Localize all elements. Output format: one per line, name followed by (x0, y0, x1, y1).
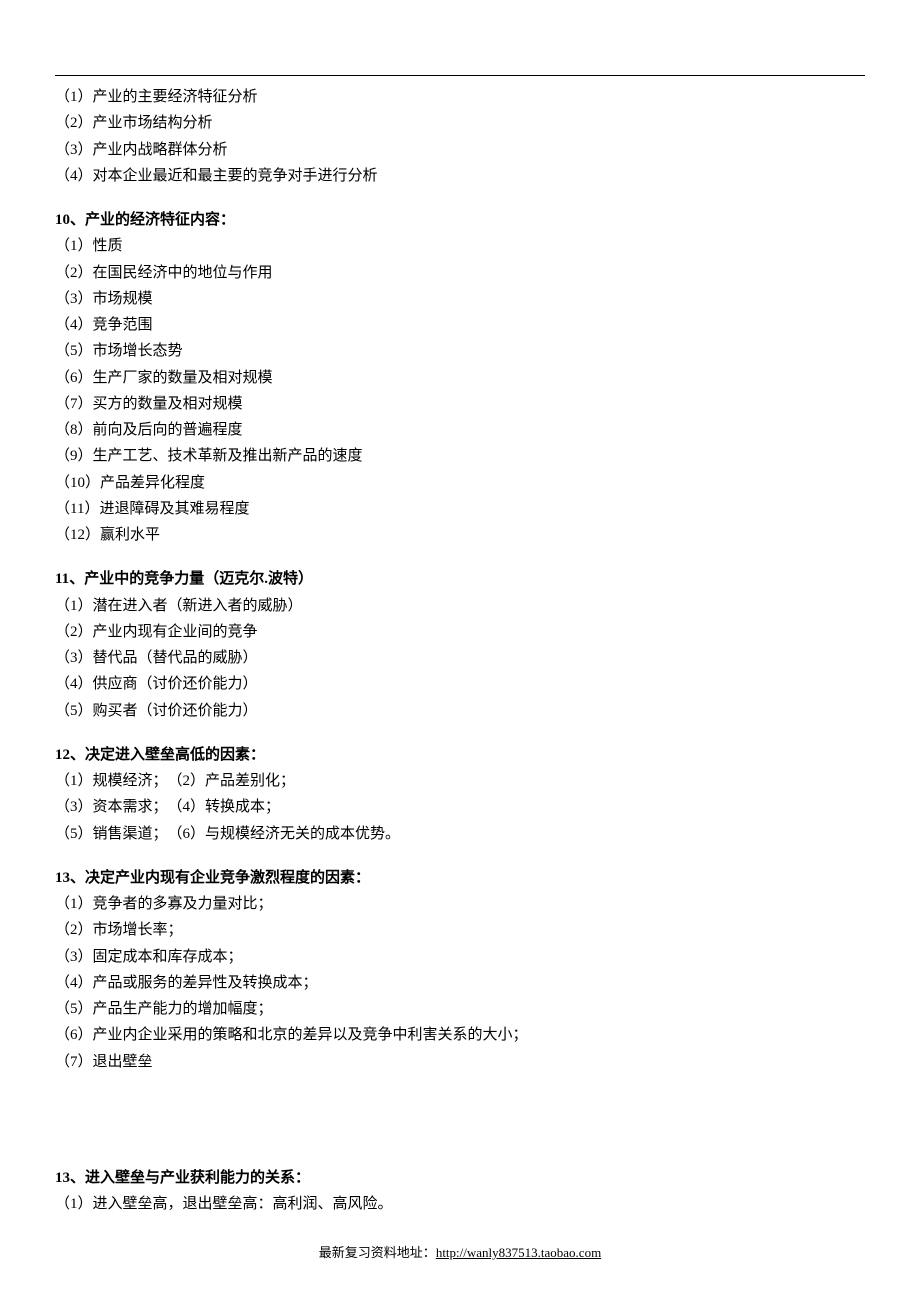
section-number: 11 (55, 571, 69, 587)
list-item: （3）资本需求； （4）转换成本； (55, 794, 865, 820)
list-item: （6）产业内企业采用的策略和北京的差异以及竞争中利害关系的大小； (55, 1022, 865, 1048)
list-item: （3）固定成本和库存成本； (55, 944, 865, 970)
list-item: （8）前向及后向的普遍程度 (55, 417, 865, 443)
list-item: （3）产业内战略群体分析 (55, 137, 865, 163)
section-heading: 13、进入壁垒与产业获利能力的关系： (55, 1165, 865, 1191)
section-title-text: 、决定产业内现有企业竞争激烈程度的因素： (70, 870, 370, 886)
footer-link[interactable]: http://wanly837513.taobao.com (436, 1245, 601, 1260)
list-item: （2）在国民经济中的地位与作用 (55, 260, 865, 286)
section-10: 10、产业的经济特征内容： （1）性质 （2）在国民经济中的地位与作用 （3）市… (55, 207, 865, 548)
section-title-text: 、产业中的竞争力量（迈克尔.波特） (69, 571, 313, 587)
section-title-text: 、进入壁垒与产业获利能力的关系： (70, 1170, 310, 1186)
list-item: （1）产业的主要经济特征分析 (55, 84, 865, 110)
list-item: （2）产业市场结构分析 (55, 110, 865, 136)
list-item: （7）退出壁垒 (55, 1049, 865, 1075)
list-item: （1）性质 (55, 233, 865, 259)
list-item: （7）买方的数量及相对规模 (55, 391, 865, 417)
list-item: （2）产业内现有企业间的竞争 (55, 619, 865, 645)
list-item: （5）销售渠道； （6）与规模经济无关的成本优势。 (55, 821, 865, 847)
list-item: （5）市场增长态势 (55, 338, 865, 364)
section-title-text: 、决定进入壁垒高低的因素： (70, 747, 265, 763)
list-item: （1）竞争者的多寡及力量对比； (55, 891, 865, 917)
page-footer: 最新复习资料地址：http://wanly837513.taobao.com (55, 1242, 865, 1265)
list-item: （11）进退障碍及其难易程度 (55, 496, 865, 522)
horizontal-rule (55, 75, 865, 76)
intro-list: （1）产业的主要经济特征分析 （2）产业市场结构分析 （3）产业内战略群体分析 … (55, 84, 865, 189)
section-11: 11、产业中的竞争力量（迈克尔.波特） （1）潜在进入者（新进入者的威胁） （2… (55, 566, 865, 724)
section-13b: 13、进入壁垒与产业获利能力的关系： （1）进入壁垒高，退出壁垒高：高利润、高风… (55, 1165, 865, 1218)
list-item: （9）生产工艺、技术革新及推出新产品的速度 (55, 443, 865, 469)
footer-label: 最新复习资料地址： (319, 1245, 436, 1260)
section-number: 13 (55, 1170, 70, 1186)
list-item: （3）市场规模 (55, 286, 865, 312)
section-heading: 13、决定产业内现有企业竞争激烈程度的因素： (55, 865, 865, 891)
list-item: （3）替代品（替代品的威胁） (55, 645, 865, 671)
section-12: 12、决定进入壁垒高低的因素： （1）规模经济； （2）产品差别化； （3）资本… (55, 742, 865, 847)
section-heading: 12、决定进入壁垒高低的因素： (55, 742, 865, 768)
section-13a: 13、决定产业内现有企业竞争激烈程度的因素： （1）竞争者的多寡及力量对比； （… (55, 865, 865, 1075)
list-item: （4）对本企业最近和最主要的竞争对手进行分析 (55, 163, 865, 189)
list-item: （1）潜在进入者（新进入者的威胁） (55, 593, 865, 619)
list-item: （10）产品差异化程度 (55, 470, 865, 496)
section-heading: 11、产业中的竞争力量（迈克尔.波特） (55, 566, 865, 592)
list-item: （4）供应商（讨价还价能力） (55, 671, 865, 697)
list-item: （12）赢利水平 (55, 522, 865, 548)
list-item: （5）购买者（讨价还价能力） (55, 698, 865, 724)
list-item: （1）规模经济； （2）产品差别化； (55, 768, 865, 794)
list-item: （4）产品或服务的差异性及转换成本； (55, 970, 865, 996)
section-title-text: 、产业的经济特征内容： (70, 212, 235, 228)
section-heading: 10、产业的经济特征内容： (55, 207, 865, 233)
section-number: 12 (55, 747, 70, 763)
list-item: （1）进入壁垒高，退出壁垒高：高利润、高风险。 (55, 1191, 865, 1217)
list-item: （2）市场增长率； (55, 917, 865, 943)
list-item: （4）竞争范围 (55, 312, 865, 338)
list-item: （5）产品生产能力的增加幅度； (55, 996, 865, 1022)
list-item: （6）生产厂家的数量及相对规模 (55, 365, 865, 391)
section-number: 10 (55, 212, 70, 228)
section-number: 13 (55, 870, 70, 886)
